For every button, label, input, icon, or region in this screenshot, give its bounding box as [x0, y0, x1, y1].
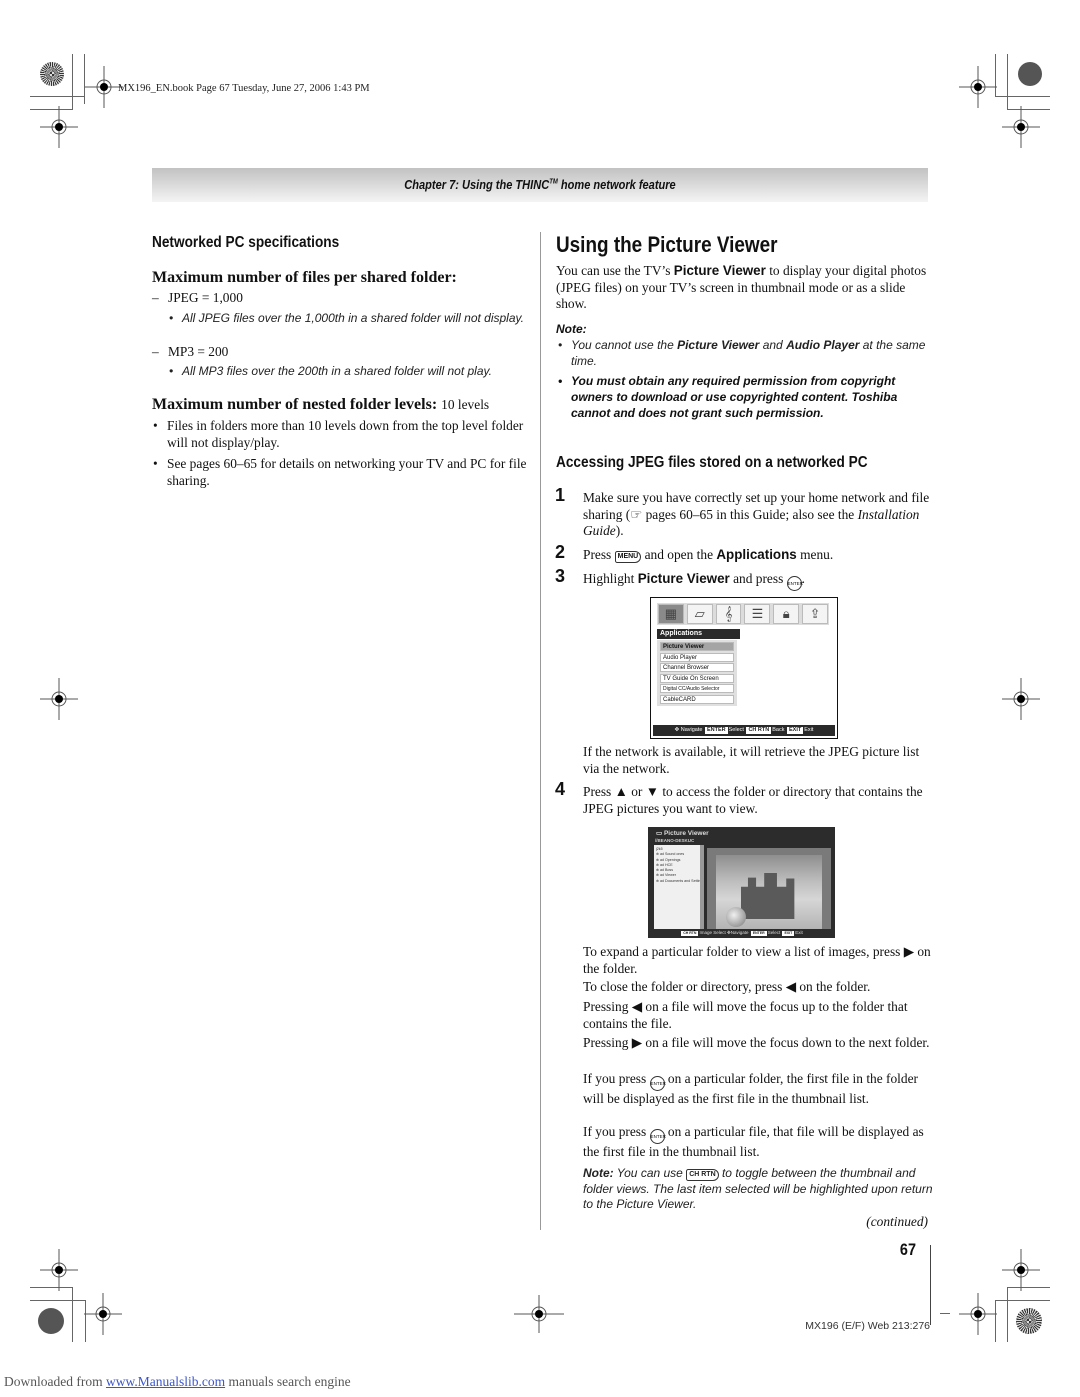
lock-icon: 🔒︎ — [773, 604, 800, 624]
intro-paragraph: You can use the TV’s Picture Viewer to d… — [556, 263, 927, 311]
bullet-item: • Files in folders more than 10 levels do… — [153, 418, 524, 450]
chapter-title: Chapter 7: Using the THINCTM home networ… — [404, 177, 676, 192]
screen-footer: CH RTN Image Select ✥Navigate ENTER Select… — [681, 930, 803, 936]
left-arrow-text: Pressing ◀ on a file will move the focus… — [583, 999, 908, 1031]
pointing-hand-icon: ☞ — [630, 506, 643, 522]
registration-mark-icon — [514, 1295, 564, 1333]
enter-key-icon: ENTER — [649, 1076, 666, 1091]
registration-mark-icon — [1002, 1249, 1040, 1291]
right-arrow-text: Pressing ▶ on a file will move the focus… — [583, 1035, 930, 1050]
close-folder-text: To close the folder or directory, press … — [583, 979, 871, 994]
menu-item-cablecard: CableCARD — [660, 694, 734, 704]
menu-icon-bar: ▦ ▱ 𝄞 ☰ 🔒︎ ⇪ — [657, 603, 829, 625]
applications-menu: Picture Viewer Audio Player Channel Brow… — [657, 640, 737, 706]
menu-item-picture-viewer: Picture Viewer — [660, 642, 734, 651]
screen-icon: ▱ — [686, 604, 713, 624]
jpeg-note: • All JPEG files over the 1,000th in a sh… — [169, 311, 524, 325]
nested-folder-heading: Maximum number of nested folder levels: … — [152, 396, 490, 413]
network-path: //BEANO-DESKUC — [655, 838, 695, 843]
ch-rtn-key-icon: CH RTN — [686, 1169, 719, 1181]
registration-mark-icon — [40, 106, 78, 148]
photo-preview — [707, 848, 831, 929]
settings-icon: ☰ — [744, 604, 771, 624]
registration-mark-icon — [85, 66, 123, 108]
column-divider — [540, 232, 541, 1230]
network-retrieve-text: If the network is available, it will ret… — [583, 744, 920, 776]
note-item: • You cannot use the Picture Viewer and A… — [558, 338, 926, 368]
picture-viewer-screenshot: ▭ Picture Viewer //BEANO-DESKUC j2k5 ⊕ a… — [648, 827, 835, 938]
gray-dot-icon — [38, 1308, 64, 1334]
book-info-line: MX196_EN.book Page 67 Tuesday, June 27, … — [118, 83, 370, 94]
applications-icon: ▦ — [658, 604, 684, 624]
folder-list-scrollbar — [700, 845, 704, 929]
music-note-icon: 𝄞 — [715, 604, 742, 624]
step-2: 2 Press MENU and open the Applications me… — [555, 542, 834, 563]
starburst-icon — [40, 62, 64, 86]
note-label: Note: — [556, 322, 587, 336]
mp3-note: • All MP3 files over the 200th in a share… — [169, 364, 492, 378]
screen-footer: ✥ Navigate ENTER Select CH RTN Back EXIT Ex… — [653, 725, 835, 736]
step-1: 1 Make sure you have correctly set up you… — [555, 485, 930, 538]
registration-mark-icon — [959, 66, 997, 108]
subsection-title: Accessing JPEG files stored on a network… — [556, 454, 868, 471]
enter-file-text: If you press ENTER on a particular file,… — [583, 1124, 924, 1159]
setup-icon: ⇪ — [802, 604, 828, 624]
registration-mark-icon — [40, 1249, 78, 1291]
note-item-copyright: • You must obtain any required permission… — [558, 374, 898, 420]
continued-label: (continued) — [866, 1214, 928, 1229]
starburst-icon — [1016, 1308, 1042, 1334]
enter-key-icon: ENTER — [649, 1129, 666, 1144]
applications-menu-screenshot: ▦ ▱ 𝄞 ☰ 🔒︎ ⇪ Applications Picture Viewer… — [650, 597, 838, 739]
page-title: Using the Picture Viewer — [556, 232, 778, 257]
manualslib-link[interactable]: www.Manualslib.com — [106, 1374, 225, 1389]
navigate-icon: ✥ — [674, 727, 680, 733]
mp3-limit: – MP3 = 200 — [152, 344, 229, 359]
picture-viewer-title: ▭ Picture Viewer — [656, 830, 709, 837]
step-4: 4 Press ▲ or ▼ to access the folder or di… — [555, 779, 923, 816]
registration-mark-icon — [1002, 678, 1040, 720]
folder-icon: ▭ — [656, 830, 664, 837]
menu-key-icon: MENU — [614, 551, 642, 563]
enter-folder-text: If you press ENTER on a particular folde… — [583, 1071, 918, 1106]
registration-mark-icon — [40, 678, 78, 720]
applications-header: Applications — [657, 629, 740, 639]
bullet-item: • See pages 60–65 for details on networki… — [153, 456, 527, 488]
expand-folder-text: To expand a particular folder to view a … — [583, 944, 931, 976]
chapter-header-bar: Chapter 7: Using the THINCTM home networ… — [152, 168, 928, 202]
gray-dot-icon — [1018, 62, 1042, 86]
final-note: Note: You can use CH RTN to toggle betwe… — [583, 1166, 933, 1211]
sandcastle-photo — [716, 855, 822, 929]
download-footer: Downloaded from www.Manualslib.com manua… — [4, 1374, 351, 1389]
registration-mark-icon — [959, 1293, 997, 1335]
menu-item-digital-cc: Digital CC/Audio Selector — [660, 684, 734, 693]
menu-item-audio-player: Audio Player — [660, 652, 734, 662]
step-3: 3 Highlight Picture Viewer and press ENTE… — [555, 567, 933, 591]
registration-mark-icon — [1002, 106, 1040, 148]
section-title-networked-pc: Networked PC specifications — [152, 234, 340, 251]
registration-mark-icon — [84, 1293, 122, 1335]
page-number: 67 — [899, 1240, 916, 1259]
menu-item-channel-browser: Channel Browser — [660, 663, 734, 672]
menu-item-tv-guide: TV Guide On Screen — [660, 673, 734, 683]
enter-key-icon: ENTER — [786, 576, 803, 591]
print-code: MX196 (E/F) Web 213:276 — [805, 1320, 930, 1332]
folder-list: j2k5 ⊕ ad Sound ones ⊕ ad Openings ⊕ ad … — [654, 845, 700, 929]
jpeg-limit: – JPEG = 1,000 — [152, 290, 243, 305]
max-files-heading: Maximum number of files per shared folde… — [152, 269, 457, 286]
